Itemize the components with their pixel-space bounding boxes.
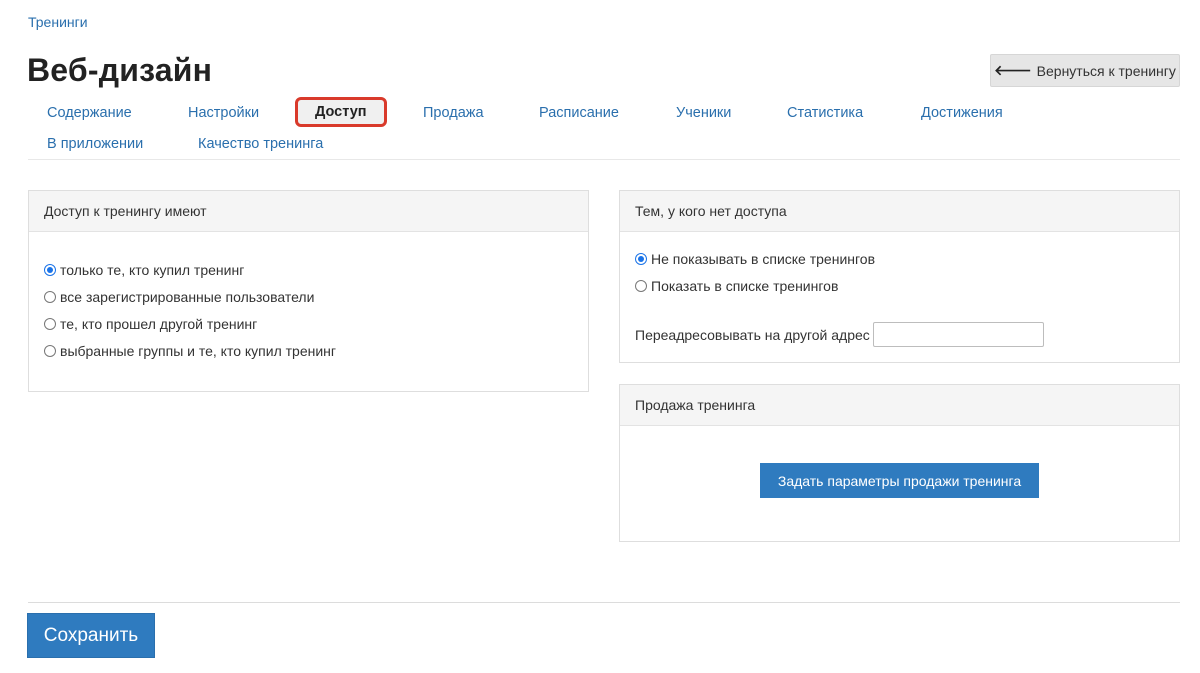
tab-content[interactable]: Содержание (47, 105, 132, 121)
tab-quality[interactable]: Качество тренинга (198, 136, 323, 152)
option-hide-from-list[interactable]: Не показывать в списке тренингов (635, 249, 875, 269)
page-title: Веб-дизайн (27, 52, 213, 88)
set-sale-params-button[interactable]: Задать параметры продажи тренинга (760, 463, 1039, 498)
access-panel-header: Доступ к тренингу имеют (29, 191, 588, 232)
redirect-row: Переадресовывать на другой адрес (635, 322, 1044, 347)
access-option-registered[interactable]: все зарегистрированные пользователи (44, 287, 336, 307)
access-option-purchased[interactable]: только те, кто купил тренинг (44, 260, 336, 280)
tab-settings[interactable]: Настройки (188, 105, 259, 121)
access-option-groups[interactable]: выбранные группы и те, кто купил тренинг (44, 341, 336, 361)
radio-icon[interactable] (635, 280, 647, 292)
tab-sale[interactable]: Продажа (423, 105, 484, 121)
access-option-label: все зарегистрированные пользователи (60, 289, 315, 305)
access-option-label: только те, кто купил тренинг (60, 262, 245, 278)
tab-access[interactable]: Доступ (295, 97, 387, 127)
breadcrumb-trainings[interactable]: Тренинги (28, 14, 88, 30)
tab-schedule[interactable]: Расписание (539, 105, 619, 121)
access-option-label: выбранные группы и те, кто купил тренинг (60, 343, 337, 359)
no-access-panel-header: Тем, у кого нет доступа (620, 191, 1179, 232)
no-access-option-label: Показать в списке тренингов (651, 278, 839, 294)
radio-icon[interactable] (44, 345, 56, 357)
sale-panel-header: Продажа тренинга (620, 385, 1179, 426)
sale-panel: Продажа тренинга Задать параметры продаж… (619, 384, 1180, 542)
access-panel: Доступ к тренингу имеют только те, кто к… (28, 190, 589, 392)
tab-achievements[interactable]: Достижения (921, 105, 1003, 121)
radio-checked-icon[interactable] (44, 264, 56, 276)
no-access-options: Не показывать в списке тренингов Показат… (635, 249, 875, 296)
radio-icon[interactable] (44, 318, 56, 330)
access-option-other-training[interactable]: те, кто прошел другой тренинг (44, 314, 336, 334)
back-to-training-button[interactable]: 🡐 Вернуться к тренингу (990, 54, 1180, 87)
redirect-url-input[interactable] (872, 322, 1044, 347)
redirect-label: Переадресовывать на другой адрес (635, 326, 870, 343)
option-show-in-list[interactable]: Показать в списке тренингов (635, 276, 875, 296)
tabs-nav: Содержание Настройки Доступ Продажа Расп… (28, 96, 1180, 160)
radio-icon[interactable] (44, 291, 56, 303)
save-button[interactable]: Сохранить (27, 613, 155, 658)
access-option-label: те, кто прошел другой тренинг (60, 316, 258, 332)
tab-in-app[interactable]: В приложении (47, 136, 143, 152)
access-options: только те, кто купил тренинг все зарегис… (44, 260, 336, 361)
no-access-panel: Тем, у кого нет доступа Не показывать в … (619, 190, 1180, 363)
footer-divider (28, 602, 1180, 603)
no-access-option-label: Не показывать в списке тренингов (651, 251, 876, 267)
tab-statistics[interactable]: Статистика (787, 105, 863, 121)
tab-students[interactable]: Ученики (676, 105, 731, 121)
back-to-training-label: Вернуться к тренингу (1036, 62, 1176, 79)
arrow-left-icon: 🡐 (994, 62, 1032, 78)
radio-checked-icon[interactable] (635, 253, 647, 265)
